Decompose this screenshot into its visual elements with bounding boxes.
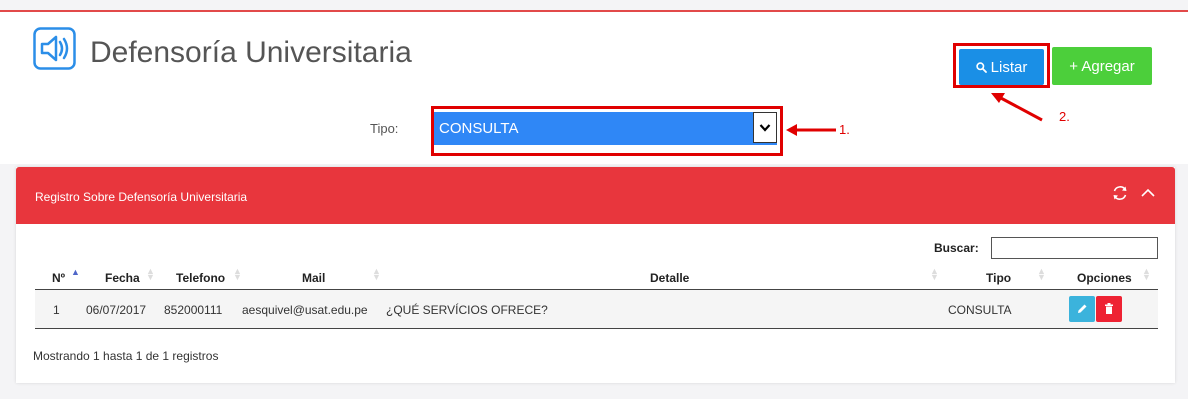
panel-header: Registro Sobre Defensoría Universitaria [16, 167, 1175, 224]
annotation-arrow-2 [991, 93, 1043, 122]
cell-num: 1 [53, 303, 60, 317]
col-header-tipo[interactable]: Tipo [986, 271, 1011, 285]
table-bottom-divider [35, 328, 1158, 329]
annotation-label-1: 1. [839, 122, 850, 137]
chevron-down-icon [759, 124, 771, 132]
search-input[interactable] [991, 237, 1158, 259]
cell-fecha: 06/07/2017 [86, 303, 147, 317]
sort-icon: ▲ ▼ [930, 266, 939, 282]
panel-title: Registro Sobre Defensoría Universitaria [35, 190, 248, 204]
search-label: Buscar: [934, 241, 979, 255]
cell-mail: aesquivel@usat.edu.pe [242, 303, 368, 317]
cell-detalle: ¿QUÉ SERVÍCIOS OFRECE? [386, 303, 548, 317]
col-header-detalle[interactable]: Detalle [650, 271, 689, 285]
trash-icon [1105, 303, 1113, 314]
records-panel: Registro Sobre Defensoría Universitaria … [16, 167, 1175, 383]
panel-tools [1111, 184, 1157, 202]
sort-asc-icon: ▲ [71, 267, 80, 277]
col-header-num[interactable]: Nº [52, 271, 65, 285]
agregar-button[interactable]: + Agregar [1052, 47, 1152, 85]
sort-icon: ▲ ▼ [1037, 266, 1046, 282]
sort-icon: ▲ ▼ [372, 266, 381, 282]
sort-icon: ▲ ▼ [233, 266, 242, 282]
sort-icon: ▲ ▼ [146, 266, 155, 282]
annotation-arrow-1 [786, 124, 836, 136]
annotation-label-2: 2. [1059, 109, 1070, 124]
tipo-select[interactable]: CONSULTA [434, 112, 777, 145]
listar-button[interactable]: Listar [959, 49, 1044, 85]
search-icon [975, 61, 987, 73]
select-arrow[interactable] [753, 112, 777, 143]
tipo-select-value: CONSULTA [439, 120, 519, 137]
speaker-icon [33, 27, 76, 70]
agregar-label: + Agregar [1069, 57, 1135, 75]
chevron-up-icon[interactable] [1139, 184, 1157, 202]
tipo-label: Tipo: [370, 121, 399, 136]
cell-telefono: 852000111 [164, 303, 223, 317]
col-header-fecha[interactable]: Fecha [105, 271, 140, 285]
delete-button[interactable] [1096, 296, 1122, 322]
listar-label: Listar [990, 58, 1028, 76]
col-header-opciones[interactable]: Opciones [1077, 271, 1132, 285]
col-header-mail[interactable]: Mail [302, 271, 325, 285]
table-row: 1 06/07/2017 852000111 aesquivel@usat.ed… [35, 290, 1158, 328]
refresh-icon[interactable] [1111, 184, 1129, 202]
cell-tipo: CONSULTA [948, 303, 1012, 317]
edit-button[interactable] [1069, 296, 1095, 322]
page-title: Defensoría Universitaria [90, 36, 412, 69]
sort-icon: ▲ ▼ [1142, 266, 1151, 282]
table-info: Mostrando 1 hasta 1 de 1 registros [33, 349, 219, 363]
pencil-icon [1078, 304, 1087, 313]
col-header-telefono[interactable]: Telefono [176, 271, 225, 285]
